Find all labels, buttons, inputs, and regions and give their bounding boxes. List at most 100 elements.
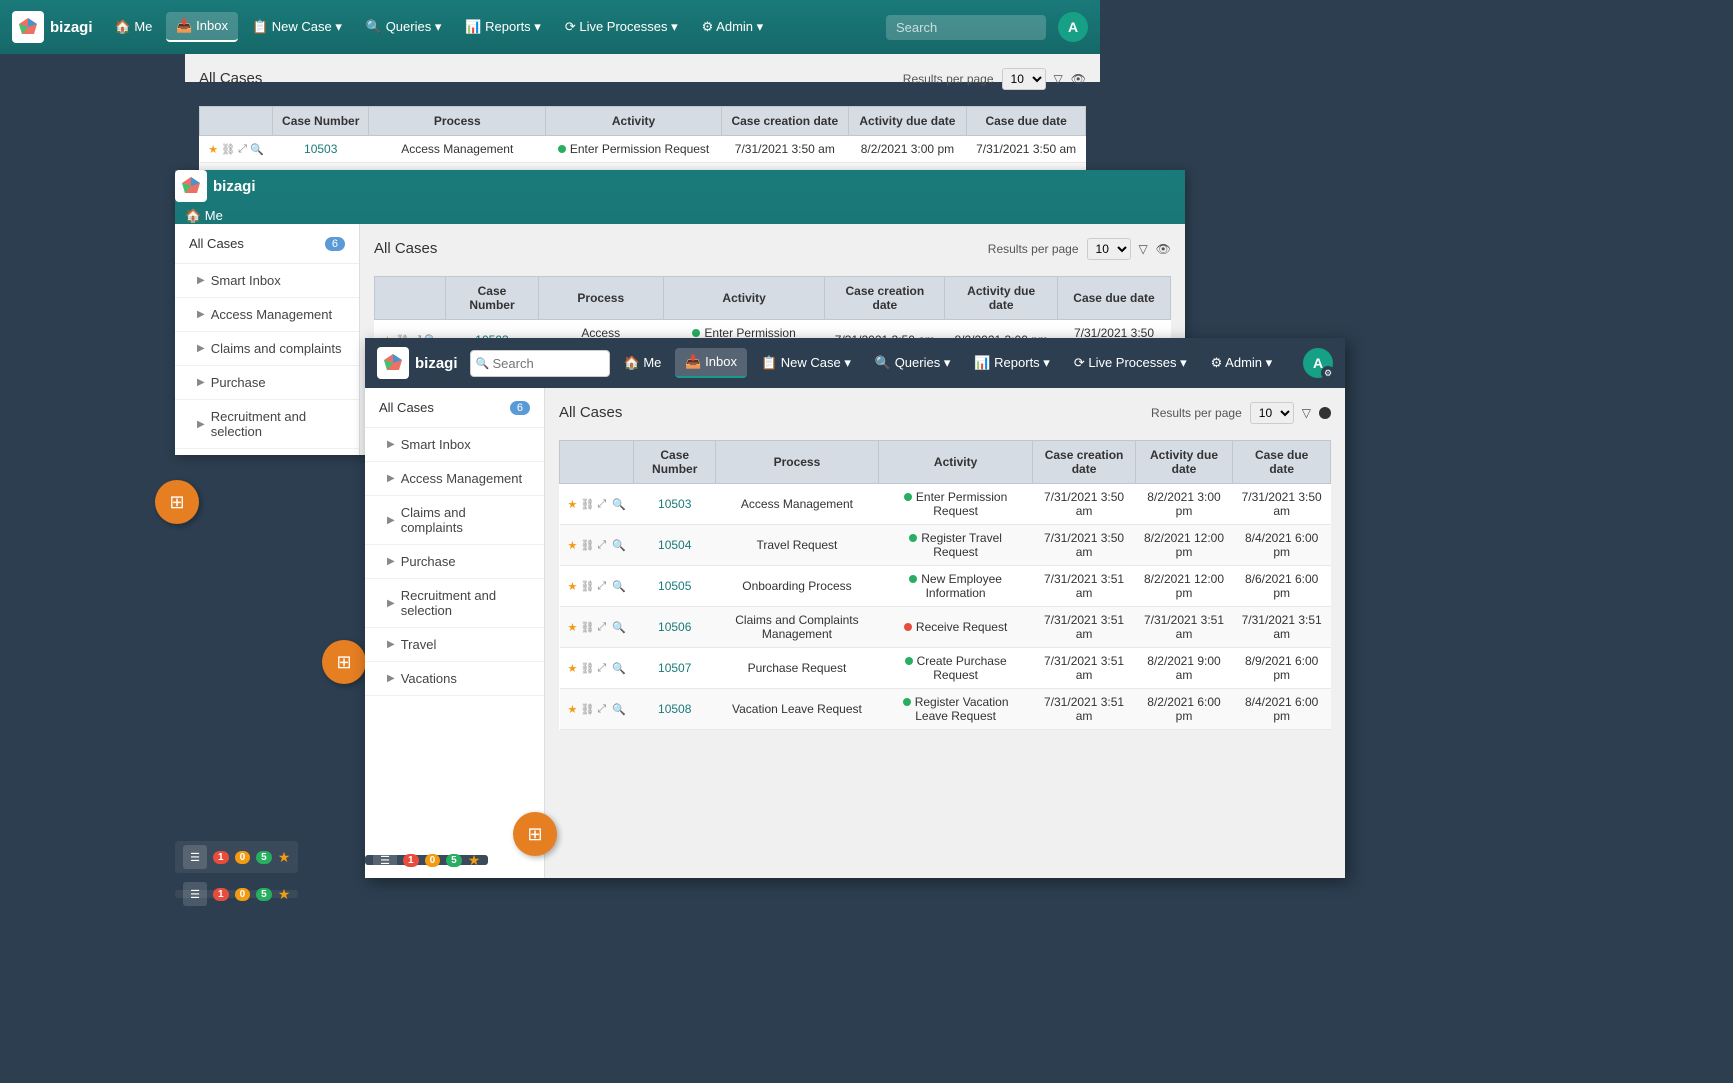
- results-label-1: Results per page: [903, 72, 994, 86]
- filter-icon-1[interactable]: ▽: [1054, 72, 1063, 86]
- nav-search-1[interactable]: [886, 15, 1046, 40]
- sidebar-all-cases-3[interactable]: All Cases 6: [365, 388, 544, 428]
- float-btn-2[interactable]: ⊞: [322, 640, 366, 684]
- nav-inbox-3[interactable]: 📥 Inbox: [675, 348, 747, 378]
- taskbar-menu-3[interactable]: ☰: [373, 848, 397, 872]
- taskbar-1: ☰ 1 0 5 ★: [175, 841, 298, 873]
- nav-queries-3[interactable]: 🔍 Queries ▾: [865, 349, 960, 377]
- filter-icon-3[interactable]: ▽: [1302, 406, 1311, 420]
- logo-text: bizagi: [50, 19, 93, 36]
- nav-newcase-3[interactable]: 📋 New Case ▾: [751, 349, 861, 377]
- sidebar-item-purchase-2[interactable]: ▶Purchase: [175, 366, 359, 400]
- case-link[interactable]: 10504: [658, 538, 691, 552]
- view-icon-1[interactable]: 👁: [1071, 72, 1086, 86]
- window-3: bizagi 🏠 Me 📥 Inbox 📋 New Case ▾ 🔍 Queri…: [365, 338, 1345, 878]
- sidebar-item-smartinbox-2[interactable]: ▶Smart Inbox: [175, 264, 359, 298]
- taskbar-badge-green-1: 5: [256, 851, 272, 864]
- nav-queries-1[interactable]: 🔍 Queries ▾: [356, 13, 451, 41]
- sidebar-item-access-2[interactable]: ▶Access Management: [175, 298, 359, 332]
- taskbar-menu-1[interactable]: ☰: [183, 845, 207, 869]
- nav-me-1[interactable]: 🏠 Me: [105, 13, 163, 41]
- taskbar-badge-red-3: 1: [403, 854, 419, 867]
- results-select-3[interactable]: 10: [1250, 402, 1294, 424]
- col-activity-2: Activity: [663, 277, 824, 320]
- col-casedue-1: Case due date: [967, 107, 1086, 136]
- col-creationdate-1: Case creation date: [722, 107, 849, 136]
- nav-admin-1[interactable]: ⚙ Admin ▾: [692, 13, 774, 41]
- sidebar-item-recruitment-3[interactable]: ▶Recruitment and selection: [365, 579, 544, 628]
- nav-liveprocesses-1[interactable]: ⟳ Live Processes ▾: [555, 13, 688, 41]
- taskbar-star-3: ★: [468, 852, 481, 869]
- col-casenumber-3: Case Number: [634, 441, 716, 484]
- logo-2: bizagi: [175, 170, 1177, 202]
- results-bar-2: Results per page 10 ▽ 👁: [988, 238, 1171, 260]
- nav-liveprocesses-3[interactable]: ⟳ Live Processes ▾: [1064, 349, 1197, 377]
- case-table-3: Case Number Process Activity Case creati…: [559, 440, 1331, 730]
- taskbar-badge-red-2: 1: [213, 888, 229, 901]
- sidebar-item-claims-2[interactable]: ▶Claims and complaints: [175, 332, 359, 366]
- col-casedue-3: Case due date: [1233, 441, 1331, 484]
- case-link[interactable]: 10503: [658, 497, 691, 511]
- sidebar-2: All Cases 6 ▶Smart Inbox ▶Access Managem…: [175, 224, 360, 455]
- col-activitydue-1: Activity due date: [848, 107, 967, 136]
- case-link[interactable]: 10503: [304, 142, 337, 156]
- table-row[interactable]: ★⛓⤢🔍 10508 Vacation Leave Request Regist…: [560, 689, 1331, 730]
- results-bar-3: Results per page 10 ▽: [1151, 402, 1331, 424]
- table-row[interactable]: ★⛓⤢🔍 10504 Travel Request Register Trave…: [560, 525, 1331, 566]
- col-creationdate-2: Case creation date: [825, 277, 945, 320]
- sidebar-item-access-3[interactable]: ▶Access Management: [365, 462, 544, 496]
- taskbar-2: ☰ 1 0 5 ★: [175, 890, 298, 898]
- case-link[interactable]: 10508: [658, 702, 691, 716]
- section-title-1: All Cases: [199, 70, 262, 87]
- taskbar-badge-yellow-1: 0: [235, 851, 251, 864]
- view-icon-2[interactable]: 👁: [1156, 242, 1171, 256]
- case-link[interactable]: 10506: [658, 620, 691, 634]
- taskbar-3: ☰ 1 0 5 ★: [365, 855, 488, 865]
- sidebar-item-smartinbox-3[interactable]: ▶Smart Inbox: [365, 428, 544, 462]
- logo-icon-3: [377, 347, 409, 379]
- table-row[interactable]: ★⛓⤢🔍 10503 Access Management Enter Permi…: [560, 484, 1331, 525]
- table-row[interactable]: ★⛓⤢🔍 10503 Access Management Enter Permi…: [200, 136, 1086, 163]
- nav-search-3[interactable]: [470, 350, 610, 377]
- table-row[interactable]: ★⛓⤢🔍 10506 Claims and Complaints Managem…: [560, 607, 1331, 648]
- sidebar-item-claims-3[interactable]: ▶Claims and complaints: [365, 496, 544, 545]
- gear-icon-3: ⚙: [1321, 366, 1335, 380]
- filter-icon-2[interactable]: ▽: [1139, 242, 1148, 256]
- logo-text-2: bizagi: [213, 178, 256, 195]
- sidebar-item-recruitment-2[interactable]: ▶Recruitment and selection: [175, 400, 359, 449]
- table-row[interactable]: ★⛓⤢🔍 10505 Onboarding Process New Employ…: [560, 566, 1331, 607]
- logo-3: bizagi: [377, 347, 458, 379]
- table-row[interactable]: ★⛓⤢🔍 10507 Purchase Request Create Purch…: [560, 648, 1331, 689]
- float-btn-3[interactable]: ⊞: [513, 812, 557, 856]
- nav-reports-3[interactable]: 📊 Reports ▾: [964, 349, 1059, 377]
- col-actions-3: [560, 441, 634, 484]
- case-link[interactable]: 10507: [658, 661, 691, 675]
- view-toggle-3[interactable]: [1319, 407, 1331, 419]
- sidebar-item-vacations-3[interactable]: ▶Vacations: [365, 662, 544, 696]
- results-label-3: Results per page: [1151, 406, 1242, 420]
- nav-newcase-1[interactable]: 📋 New Case ▾: [242, 13, 352, 41]
- all-cases-badge-3: 6: [510, 401, 530, 415]
- results-select-2[interactable]: 10: [1087, 238, 1131, 260]
- taskbar-badge-red-1: 1: [213, 851, 229, 864]
- sidebar-all-cases-2[interactable]: All Cases 6: [175, 224, 359, 264]
- nav-me-3[interactable]: 🏠 Me: [614, 349, 672, 377]
- avatar-1[interactable]: A: [1058, 12, 1088, 42]
- results-label-2: Results per page: [988, 242, 1079, 256]
- sidebar-item-travel-2[interactable]: ▶Travel: [175, 449, 359, 455]
- logo: bizagi: [12, 11, 93, 43]
- navbar-3: bizagi 🏠 Me 📥 Inbox 📋 New Case ▾ 🔍 Queri…: [365, 338, 1345, 388]
- nav-inbox-1[interactable]: 📥 Inbox: [166, 12, 238, 42]
- all-cases-badge-2: 6: [325, 237, 345, 251]
- sidebar-item-travel-3[interactable]: ▶Travel: [365, 628, 544, 662]
- sidebar-item-purchase-3[interactable]: ▶Purchase: [365, 545, 544, 579]
- nav-reports-1[interactable]: 📊 Reports ▾: [455, 13, 550, 41]
- taskbar-menu-2[interactable]: ☰: [183, 882, 207, 906]
- case-link[interactable]: 10505: [658, 579, 691, 593]
- nav-admin-3[interactable]: ⚙ Admin ▾: [1201, 349, 1283, 377]
- main-content-3: All Cases Results per page 10 ▽ Case Num…: [545, 388, 1345, 878]
- results-select-1[interactable]: 10: [1002, 68, 1046, 90]
- all-cases-label-2: All Cases: [189, 236, 244, 251]
- taskbar-star-2: ★: [278, 886, 291, 903]
- float-btn-1[interactable]: ⊞: [155, 480, 199, 524]
